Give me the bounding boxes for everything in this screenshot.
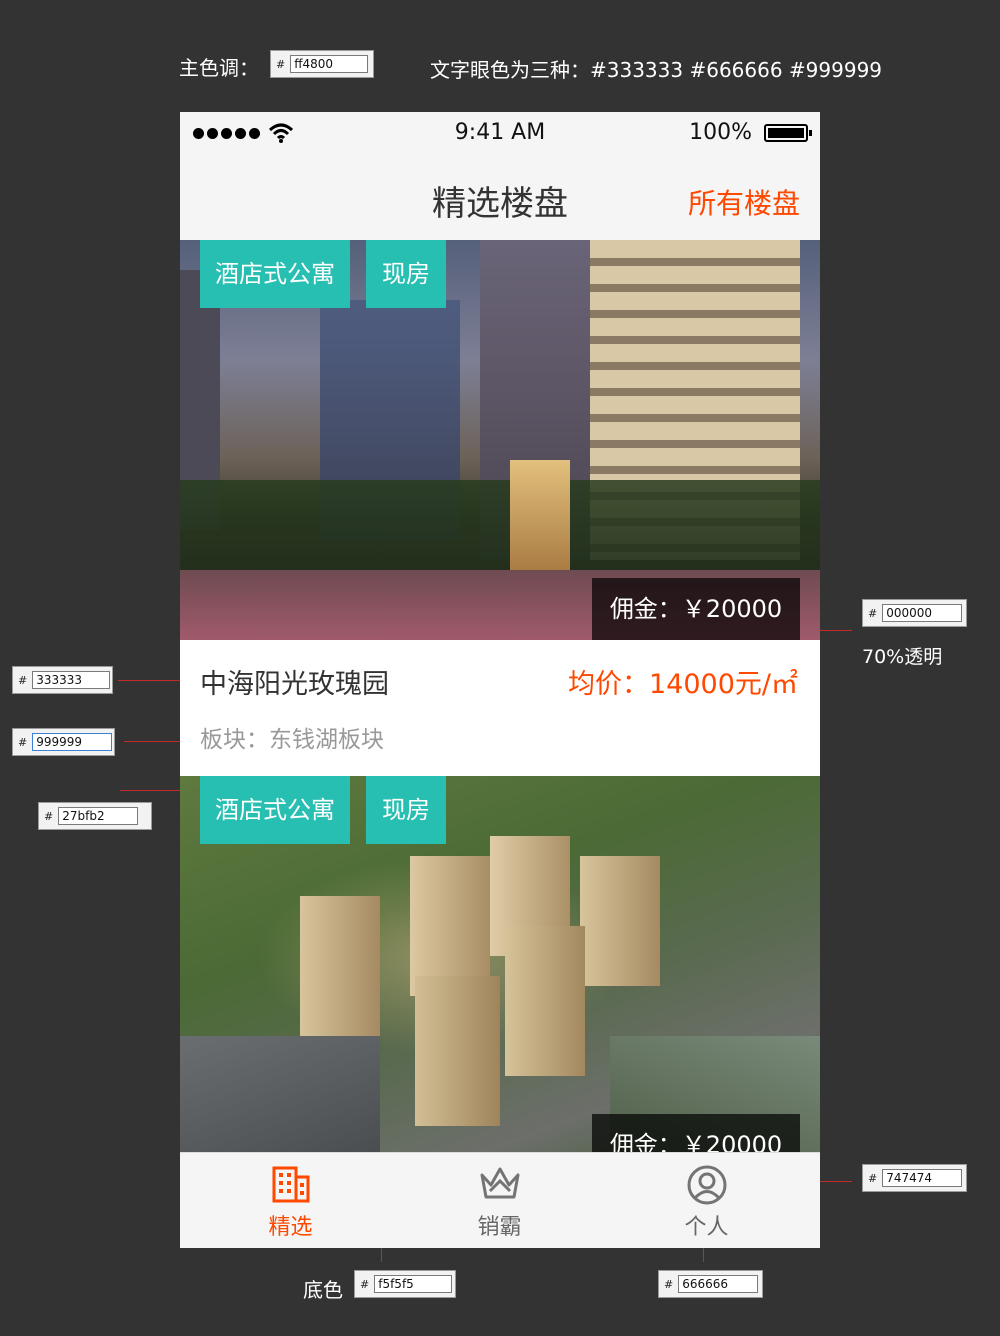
- tag-ready: 现房: [366, 240, 446, 308]
- battery-percent: 100%: [689, 120, 752, 145]
- tag-color-value[interactable]: 27bfb2: [58, 807, 139, 825]
- tag-color-swatch: # 27bfb2: [38, 802, 152, 830]
- text-colors-note: 文字眼色为三种：#333333 #666666 #999999: [430, 58, 883, 82]
- commission-label: 佣金：￥20000: [592, 1114, 800, 1152]
- phone-screen: 9:41 AM 100% 精选楼盘 所有楼盘 酒店式公寓 现房 佣金：￥2000…: [180, 112, 820, 1248]
- sub-color-value[interactable]: 999999: [32, 733, 113, 751]
- tab-inactive-value[interactable]: 747474: [882, 1169, 963, 1187]
- listing-price: 均价：14000元/㎡: [568, 669, 798, 700]
- listing-name: 中海阳光玫瑰园: [200, 669, 389, 700]
- tab-text-value[interactable]: 666666: [678, 1275, 759, 1293]
- bg-color-value[interactable]: f5f5f5: [374, 1275, 453, 1293]
- listing-image[interactable]: 酒店式公寓 现房 佣金：￥20000: [180, 240, 820, 640]
- tab-label: 个人: [684, 1215, 729, 1240]
- tag-ready: 现房: [366, 776, 446, 844]
- listing-area: 板块：东钱湖板块: [200, 727, 384, 753]
- user-icon: [687, 1165, 726, 1205]
- building-icon: [272, 1166, 309, 1203]
- overlay-color-value[interactable]: 000000: [882, 604, 963, 622]
- tag-apartment: 酒店式公寓: [200, 240, 350, 308]
- overlay-color-swatch: # 000000: [862, 599, 967, 627]
- bg-color-swatch: # f5f5f5: [354, 1270, 456, 1298]
- tag-apartment: 酒店式公寓: [200, 776, 350, 844]
- tab-label: 销霸: [477, 1215, 522, 1240]
- tab-profile[interactable]: 个人: [600, 1153, 813, 1248]
- overlay-note: 70%透明: [862, 646, 943, 668]
- commission-label: 佣金：￥20000: [592, 578, 800, 640]
- nav-bar: 精选楼盘 所有楼盘: [180, 156, 820, 240]
- main-color-label: 主色调：: [179, 56, 259, 80]
- tab-sales[interactable]: 销霸: [393, 1153, 606, 1248]
- status-bar: 9:41 AM 100%: [180, 112, 820, 156]
- listing-info[interactable]: 中海阳光玫瑰园 均价：14000元/㎡ 板块：东钱湖板块: [180, 640, 820, 776]
- title-color-value[interactable]: 333333: [32, 671, 111, 689]
- battery-icon: [764, 124, 812, 142]
- sub-color-swatch: # 999999: [12, 728, 115, 756]
- title-color-swatch: # 333333: [12, 666, 113, 694]
- bg-label: 底色: [303, 1278, 343, 1302]
- tab-text-swatch: # 666666: [658, 1270, 763, 1298]
- all-listings-link[interactable]: 所有楼盘: [688, 182, 800, 222]
- tab-inactive-swatch: # 747474: [862, 1164, 967, 1192]
- crown-icon: [480, 1167, 519, 1199]
- tab-bar: 精选 销霸 个人: [180, 1152, 820, 1248]
- listing-image[interactable]: 酒店式公寓 现房 佣金：￥20000: [180, 776, 820, 1152]
- tab-label: 精选: [268, 1215, 313, 1240]
- tab-featured[interactable]: 精选: [184, 1153, 397, 1248]
- main-color-value[interactable]: ff4800: [290, 55, 369, 73]
- main-color-swatch: # ff4800: [270, 50, 374, 78]
